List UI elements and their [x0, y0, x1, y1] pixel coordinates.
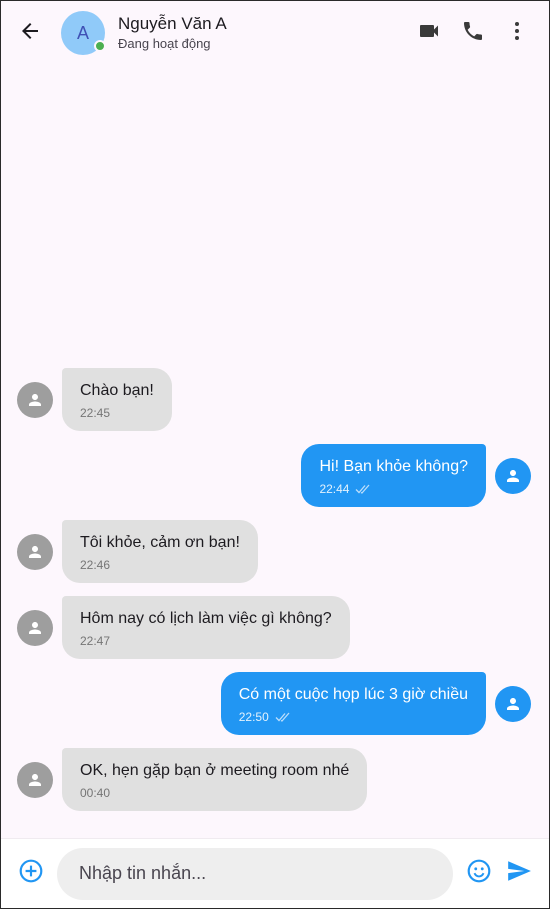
message-text: Chào bạn!	[80, 382, 154, 399]
contact-avatar-wrapper[interactable]: A	[61, 11, 106, 55]
message-text: Hôm nay có lịch làm việc gì không?	[80, 610, 332, 627]
message-row: OK, hẹn gặp bạn ở meeting room nhé 00:40	[1, 748, 549, 811]
person-icon	[495, 457, 531, 494]
arrow-back-icon	[18, 19, 42, 48]
back-button[interactable]	[1, 1, 59, 65]
message-composer	[1, 838, 549, 908]
message-bubble[interactable]: Tôi khỏe, cảm ơn bạn! 22:46	[62, 520, 258, 583]
contact-status: Đang hoạt động	[118, 36, 211, 51]
double-check-icon	[275, 711, 291, 723]
add-circle-icon	[18, 858, 44, 889]
person-icon	[17, 609, 53, 646]
message-row: Hôm nay có lịch làm việc gì không? 22:47	[1, 596, 549, 659]
message-text: OK, hẹn gặp bạn ở meeting room nhé	[80, 762, 350, 779]
message-time: 22:45	[80, 406, 111, 420]
app-bar: A Nguyễn Văn A Đang hoạt động	[1, 1, 549, 65]
contact-info[interactable]: Nguyễn Văn A Đang hoạt động	[118, 13, 227, 53]
send-button[interactable]	[499, 852, 539, 896]
person-icon	[17, 381, 53, 418]
message-time: 00:40	[80, 786, 111, 800]
message-bubble[interactable]: OK, hẹn gặp bạn ở meeting room nhé 00:40	[62, 748, 368, 811]
message-list[interactable]: Chào bạn! 22:45 Hi! Bạn khỏe không? 22:4…	[1, 65, 549, 838]
online-indicator	[94, 40, 106, 52]
contact-name: Nguyễn Văn A	[118, 14, 227, 33]
emoji-icon	[466, 858, 492, 889]
person-icon	[495, 685, 531, 722]
message-bubble[interactable]: Có một cuộc họp lúc 3 giờ chiều 22:50	[220, 672, 486, 735]
message-row: Tôi khỏe, cảm ơn bạn! 22:46	[1, 520, 549, 583]
message-time: 22:44	[319, 482, 350, 496]
header-actions	[407, 11, 549, 55]
attach-button[interactable]	[11, 852, 51, 896]
message-bubble[interactable]: Hi! Bạn khỏe không? 22:44	[301, 444, 486, 507]
double-check-icon	[355, 483, 371, 495]
message-bubble[interactable]: Hôm nay có lịch làm việc gì không? 22:47	[62, 596, 350, 659]
message-meta: 22:50	[239, 710, 468, 724]
message-time: 22:47	[80, 634, 111, 648]
message-row: Chào bạn! 22:45	[1, 368, 549, 431]
message-meta: 22:46	[80, 558, 240, 572]
message-row: Hi! Bạn khỏe không? 22:44	[1, 444, 549, 507]
message-meta: 00:40	[80, 786, 349, 800]
voice-call-button[interactable]	[451, 11, 495, 55]
emoji-button[interactable]	[459, 852, 499, 896]
videocam-icon	[417, 19, 441, 48]
message-time: 22:50	[238, 710, 269, 724]
message-text: Tôi khỏe, cảm ơn bạn!	[80, 534, 240, 551]
send-icon	[506, 858, 532, 889]
message-time: 22:46	[80, 558, 111, 572]
message-row: Có một cuộc họp lúc 3 giờ chiều 22:50	[1, 672, 549, 735]
message-input[interactable]	[79, 863, 431, 884]
message-meta: 22:47	[80, 634, 332, 648]
message-bubble[interactable]: Chào bạn! 22:45	[62, 368, 172, 431]
message-text: Có một cuộc họp lúc 3 giờ chiều	[238, 686, 468, 703]
video-call-button[interactable]	[407, 11, 451, 55]
message-meta: 22:45	[80, 406, 154, 420]
message-text: Hi! Bạn khỏe không?	[319, 458, 468, 475]
person-icon	[17, 761, 53, 798]
person-icon	[17, 533, 53, 570]
phone-icon	[461, 19, 485, 48]
message-meta: 22:44	[319, 482, 468, 496]
more-options-button[interactable]	[495, 11, 539, 55]
more-vert-icon	[505, 19, 529, 48]
message-input-box[interactable]	[57, 847, 453, 900]
